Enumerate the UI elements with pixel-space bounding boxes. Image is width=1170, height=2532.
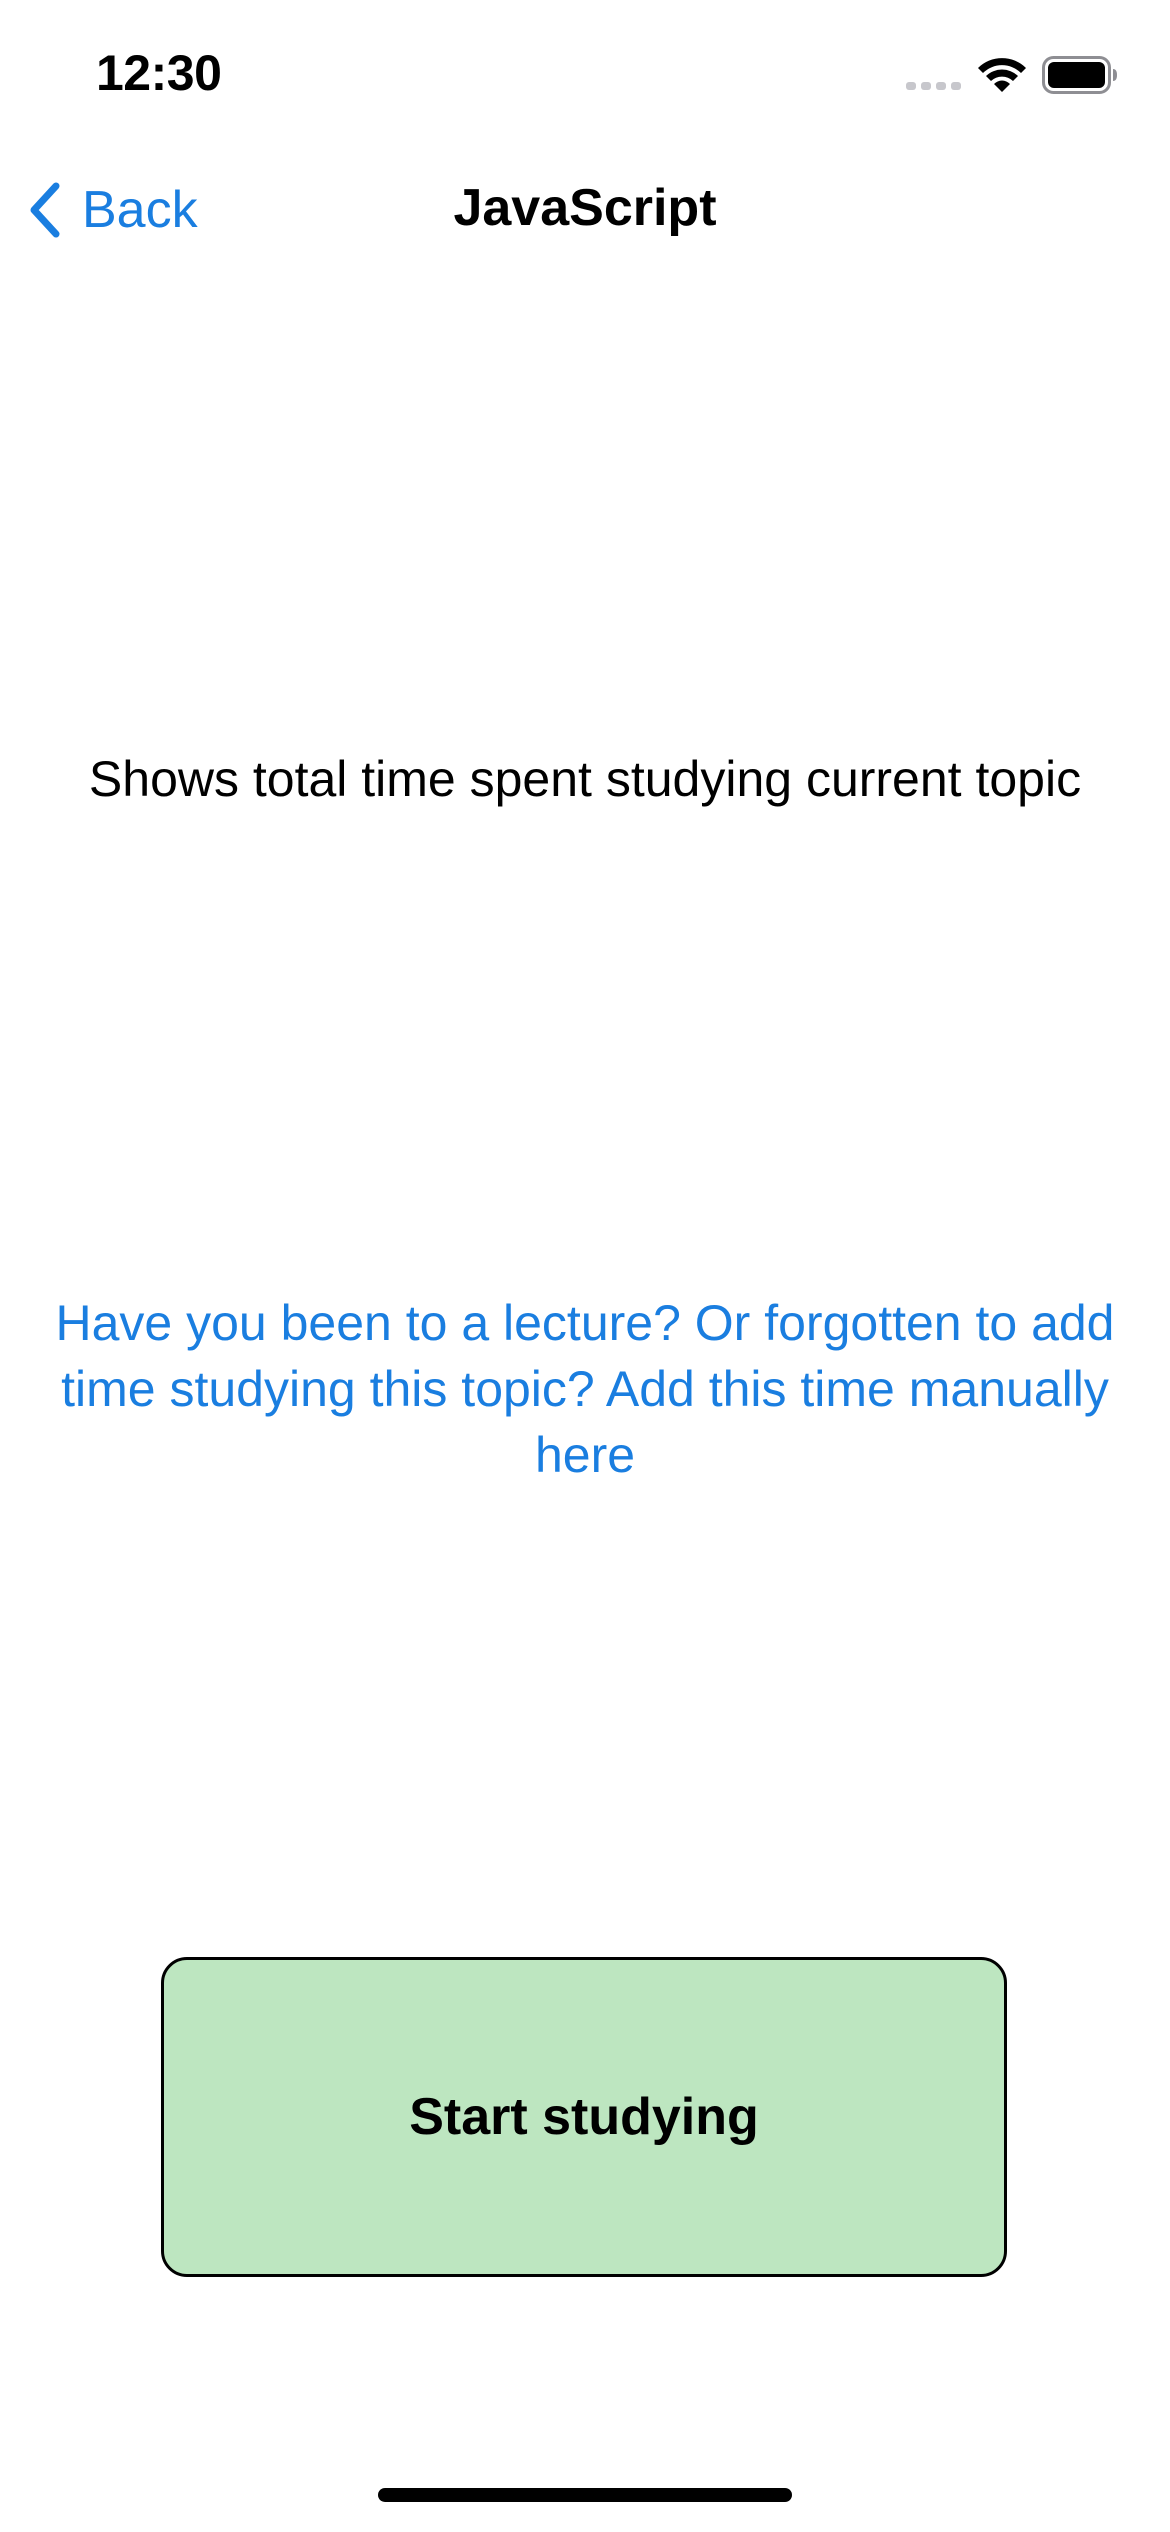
add-time-manually-link[interactable]: Have you been to a lecture? Or forgotten… [30,1290,1140,1488]
total-time-label: Shows total time spent studying current … [88,751,1082,807]
navigation-bar: Back JavaScript [0,150,1170,270]
signal-icon [906,82,961,90]
battery-icon [1042,56,1117,94]
page-title: JavaScript [453,179,717,237]
home-indicator [378,2488,792,2502]
start-studying-button[interactable]: Start studying [161,1957,1007,2277]
start-studying-label: Start studying [409,2088,759,2146]
status-bar: 12:30 [0,0,1170,150]
status-time: 12:30 [96,45,222,101]
wifi-icon [978,58,1026,92]
